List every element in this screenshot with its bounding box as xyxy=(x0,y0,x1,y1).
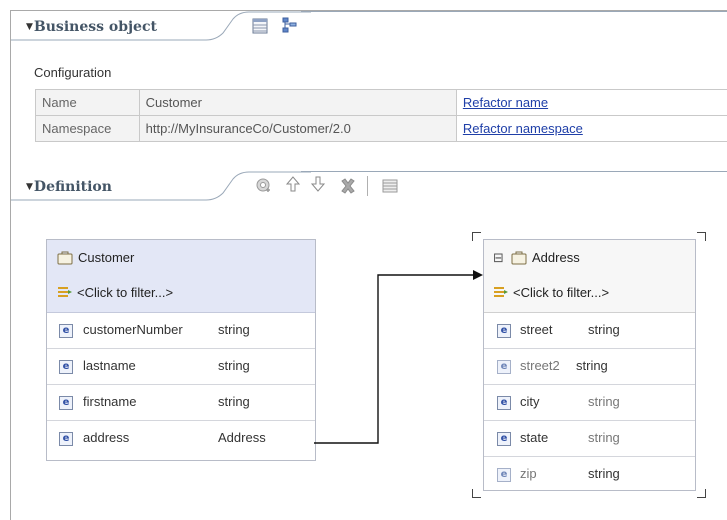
table-row: Namespace http://MyInsuranceCo/Customer/… xyxy=(35,115,727,142)
element-icon: e xyxy=(497,360,511,374)
definition-section-title[interactable]: ▼Definition xyxy=(26,179,112,195)
collapse-triangle-icon[interactable]: ▼ xyxy=(26,182,33,192)
field-type: string xyxy=(218,322,250,337)
field-name: street2 xyxy=(520,358,560,373)
customer-business-object[interactable]: Customer <Click to filter...> e customer… xyxy=(46,239,316,461)
move-up-icon[interactable] xyxy=(284,175,302,193)
business-object-section-title[interactable]: ▼Business object xyxy=(26,19,157,35)
collapse-triangle-icon[interactable]: ▼ xyxy=(26,22,33,32)
element-icon: e xyxy=(59,360,73,374)
list-item[interactable]: e city string xyxy=(484,385,695,421)
element-icon: e xyxy=(497,468,511,482)
field-type: string xyxy=(218,358,250,373)
definition-section-header: ▼Definition xyxy=(11,171,727,201)
field-name: customerNumber xyxy=(83,322,183,337)
move-down-icon[interactable] xyxy=(309,175,327,193)
field-type: string xyxy=(588,430,620,445)
business-object-section-header: ▼Business object xyxy=(11,11,727,41)
field-type: string xyxy=(576,358,608,373)
element-icon: e xyxy=(59,324,73,338)
configuration-table: Name Customer Refactor name Namespace ht… xyxy=(35,89,727,142)
section-title-text: Definition xyxy=(33,179,112,195)
tree-view-icon[interactable] xyxy=(281,16,299,34)
element-icon: e xyxy=(59,396,73,410)
element-icon: e xyxy=(497,324,511,338)
properties-icon[interactable] xyxy=(381,177,399,195)
field-name: city xyxy=(520,394,540,409)
element-icon: e xyxy=(497,432,511,446)
table-view-icon[interactable] xyxy=(251,17,269,35)
refactor-name-cell: Refactor name xyxy=(455,89,727,116)
add-field-icon[interactable] xyxy=(255,176,273,194)
list-item[interactable]: e state string xyxy=(484,421,695,457)
type-reference-connector xyxy=(314,270,483,444)
list-item[interactable]: e zip string xyxy=(484,457,695,493)
toolbar-separator xyxy=(367,176,368,196)
name-value[interactable]: Customer xyxy=(138,89,457,116)
list-item[interactable]: e customerNumber string xyxy=(47,313,315,349)
customer-bo-header: Customer <Click to filter...> xyxy=(47,240,315,313)
name-label: Name xyxy=(35,89,140,116)
section-header-line xyxy=(301,11,727,12)
element-icon: e xyxy=(59,432,73,446)
delete-icon[interactable] xyxy=(339,177,357,195)
namespace-value[interactable]: http://MyInsuranceCo/Customer/2.0 xyxy=(138,115,457,142)
customer-bo-title[interactable]: Customer xyxy=(78,250,134,265)
field-type: string xyxy=(588,394,620,409)
filter-icon xyxy=(492,284,510,303)
collapse-icon[interactable]: ⊟ xyxy=(493,250,504,266)
list-item[interactable]: e firstname string xyxy=(47,385,315,421)
address-filter-field[interactable]: <Click to filter...> xyxy=(513,285,609,300)
namespace-label: Namespace xyxy=(35,115,140,142)
field-type: string xyxy=(588,322,620,337)
list-item[interactable]: e street string xyxy=(484,313,695,349)
list-item[interactable]: e address Address xyxy=(47,421,315,457)
section-title-text: Business object xyxy=(33,19,157,35)
refactor-namespace-cell: Refactor namespace xyxy=(455,115,727,142)
refactor-namespace-link[interactable]: Refactor namespace xyxy=(463,121,583,136)
field-type: string xyxy=(218,394,250,409)
business-object-icon xyxy=(511,250,527,269)
field-name: lastname xyxy=(83,358,136,373)
configuration-label: Configuration xyxy=(34,65,112,80)
business-object-editor: ▼Business object Configuration Name Cust… xyxy=(10,10,727,520)
field-type: Address xyxy=(218,430,266,445)
field-name: state xyxy=(520,430,549,445)
field-name: firstname xyxy=(83,394,137,409)
field-type: string xyxy=(588,466,620,481)
list-item[interactable]: e street2 string xyxy=(484,349,695,385)
filter-icon xyxy=(56,284,74,303)
refactor-name-link[interactable]: Refactor name xyxy=(463,95,548,110)
element-icon: e xyxy=(497,396,511,410)
field-name: street xyxy=(520,322,553,337)
address-bo-header: ⊟ Address <Click to filter...> xyxy=(484,240,695,313)
customer-filter-field[interactable]: <Click to filter...> xyxy=(77,285,173,300)
table-row: Name Customer Refactor name xyxy=(35,89,727,116)
business-object-icon xyxy=(57,250,73,269)
address-business-object[interactable]: ⊟ Address <Click to filter...> e street … xyxy=(483,239,696,491)
field-name: address xyxy=(83,430,130,445)
field-name: zip xyxy=(520,466,537,481)
address-bo-title[interactable]: Address xyxy=(532,250,580,265)
section-header-line xyxy=(301,171,727,172)
list-item[interactable]: e lastname string xyxy=(47,349,315,385)
